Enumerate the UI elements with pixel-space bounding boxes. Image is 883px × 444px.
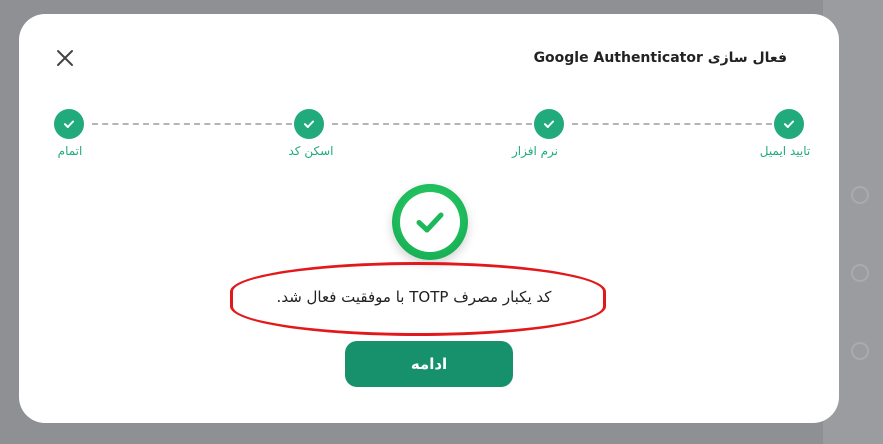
step-indicator-email — [774, 109, 804, 139]
check-icon — [64, 120, 74, 128]
step-connector — [92, 123, 292, 125]
check-icon — [544, 120, 554, 128]
check-icon — [304, 120, 314, 128]
activation-dialog: فعال سازی Google Authenticator اتمام اسک… — [19, 14, 839, 423]
step-connector — [572, 123, 772, 125]
step-indicator-software — [534, 109, 564, 139]
step-label-done: اتمام — [57, 144, 83, 158]
background-icon — [851, 186, 869, 204]
step-indicator-scan — [294, 109, 324, 139]
background-icon — [851, 342, 869, 360]
continue-button[interactable]: ادامه — [345, 341, 513, 387]
step-connector — [332, 123, 532, 125]
step-indicator-done — [54, 109, 84, 139]
progress-stepper: اتمام اسکن کد نرم افزار تایید ایمیل — [19, 14, 839, 174]
check-icon — [784, 120, 794, 128]
step-label-software: نرم افزار — [511, 144, 559, 158]
background-icon — [851, 264, 869, 282]
success-message: کد یکبار مصرف TOTP با موفقیت فعال شد. — [276, 288, 552, 306]
check-circle-icon — [416, 212, 444, 233]
step-label-scan: اسکن کد — [288, 144, 334, 158]
success-badge — [392, 184, 468, 260]
step-label-email: تایید ایمیل — [759, 144, 811, 158]
